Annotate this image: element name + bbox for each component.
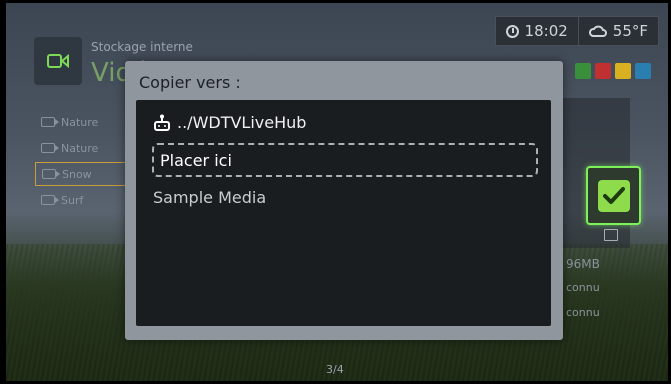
- time-text: 18:02: [524, 22, 568, 40]
- tv-screen: Stockage interne Vidéo Nature Nature Sno…: [0, 0, 671, 384]
- blue-button[interactable]: [635, 63, 651, 79]
- list-item[interactable]: Nature: [35, 136, 121, 160]
- copy-dialog: Copier vers : ../WDTVLiveHub Placer ici …: [125, 61, 563, 340]
- clock-icon: [505, 24, 519, 38]
- dialog-title: Copier vers :: [139, 73, 241, 92]
- cloud-icon: [588, 25, 607, 37]
- green-button[interactable]: [575, 63, 591, 79]
- place-here-label: Placer ici: [160, 150, 232, 170]
- temperature-text: 55°F: [612, 22, 648, 40]
- meta-text-2: connu: [566, 306, 600, 319]
- info-icon: [604, 229, 618, 241]
- video-app-icon: [34, 37, 82, 85]
- video-camera-icon: [47, 53, 69, 69]
- video-icon: [41, 195, 59, 205]
- hub-device-icon: [154, 114, 170, 131]
- destination-hub[interactable]: ../WDTVLiveHub: [153, 113, 306, 132]
- list-item-selected[interactable]: Snow: [35, 162, 127, 186]
- red-button[interactable]: [595, 63, 611, 79]
- video-list: Nature Nature Snow Surf: [35, 110, 127, 214]
- confirm-button[interactable]: [586, 166, 641, 225]
- yellow-button[interactable]: [615, 63, 631, 79]
- list-item[interactable]: Nature: [35, 110, 121, 134]
- video-icon: [41, 117, 59, 127]
- storage-label: Stockage interne: [91, 40, 193, 54]
- meta-text-1: connu: [566, 281, 600, 294]
- list-item[interactable]: Surf: [35, 188, 121, 212]
- place-here-option[interactable]: Placer ici: [152, 143, 538, 177]
- file-size: 96MB: [566, 257, 600, 271]
- checkmark-icon: [597, 179, 630, 212]
- destination-list: ../WDTVLiveHub Placer ici Sample Media: [136, 100, 551, 326]
- status-bar: 18:02 55°F: [494, 16, 659, 46]
- weather-cell: 55°F: [578, 16, 659, 46]
- clock-cell: 18:02: [494, 16, 579, 46]
- page-indicator: 3/4: [326, 363, 344, 376]
- sample-media-label: Sample Media: [153, 188, 267, 207]
- sample-media-option[interactable]: Sample Media: [153, 188, 266, 207]
- color-buttons: [575, 63, 651, 79]
- video-icon: [41, 143, 59, 153]
- video-icon: [42, 169, 60, 179]
- hub-label: ../WDTVLiveHub: [177, 113, 307, 132]
